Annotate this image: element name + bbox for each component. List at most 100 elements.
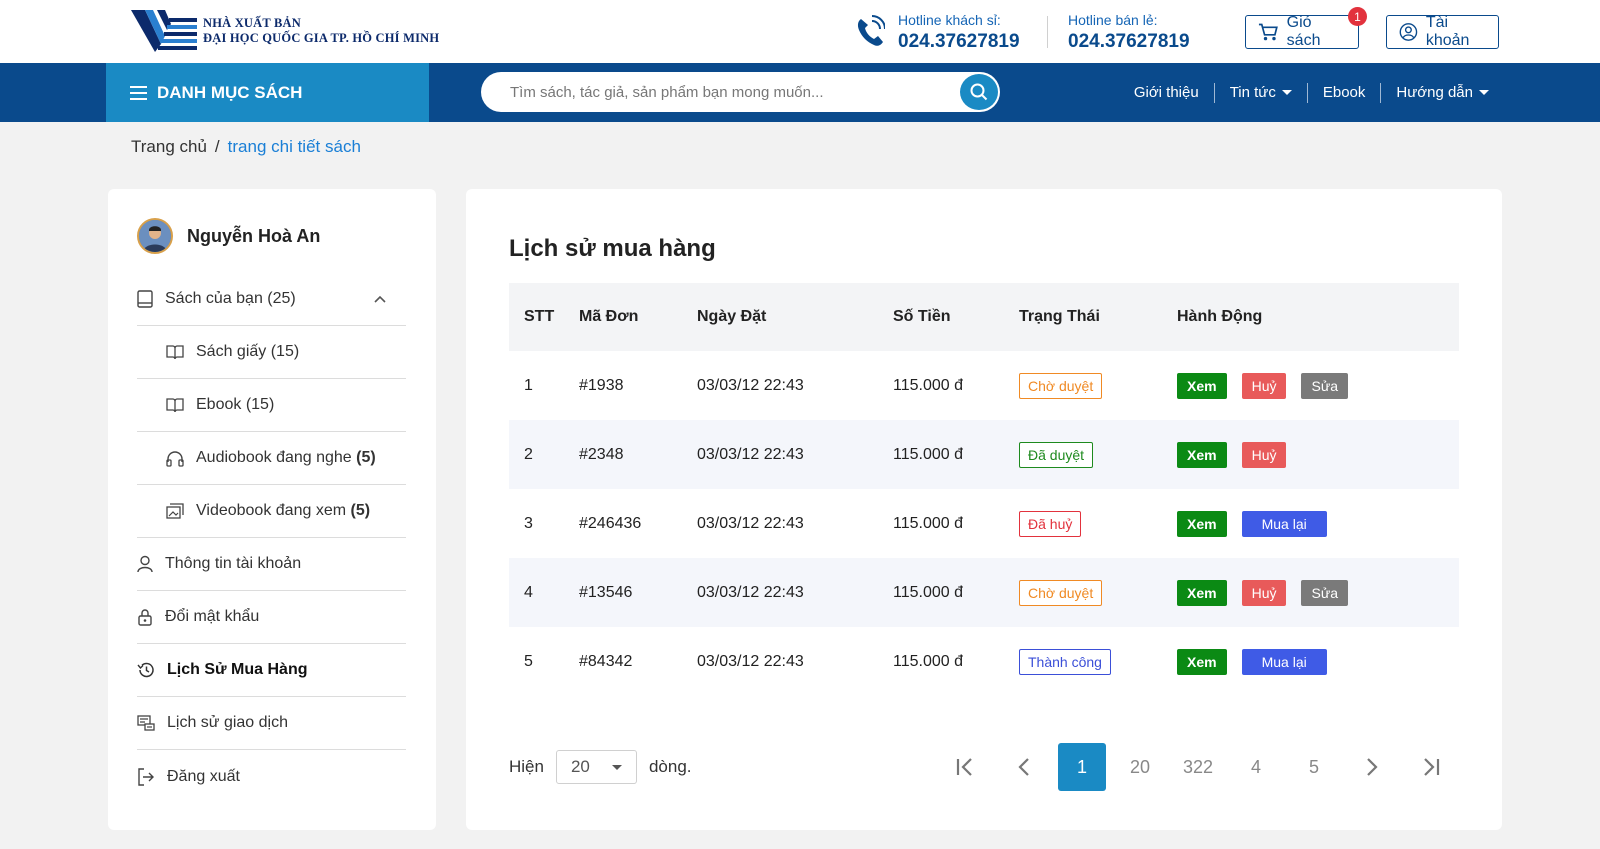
sidebar-item-label: Sách của bạn (25)	[165, 290, 296, 307]
nav-link-news[interactable]: Tin tức	[1215, 84, 1307, 101]
table-row: 4 #13546 03/03/12 22:43 115.000 đ Chờ duyệt X…	[509, 558, 1459, 627]
video-icon	[166, 503, 184, 519]
last-page-button[interactable]	[1401, 743, 1459, 791]
sidebar-item-transaction-history[interactable]: Lịch sử giao dịch	[137, 697, 406, 750]
book-icon	[137, 290, 153, 308]
hotline-retail-label: Hotline bán lẻ:	[1068, 12, 1158, 28]
breadcrumb-home[interactable]: Trang chủ	[131, 137, 207, 157]
reorder-button[interactable]: Mua lại	[1241, 510, 1327, 537]
hotline-wholesale-number[interactable]: 024.37627819	[898, 31, 1020, 53]
cell-amount: 115.000 đ	[893, 583, 963, 601]
nav-link-intro[interactable]: Giới thiệu	[1119, 84, 1214, 101]
open-book-icon	[166, 345, 184, 360]
cell-order-code: #1938	[579, 376, 624, 394]
page-button-current[interactable]: 1	[1058, 743, 1106, 791]
headphones-icon	[166, 450, 184, 467]
table-row: 5 #84342 03/03/12 22:43 115.000 đ Thành công…	[509, 627, 1459, 696]
chevron-up-icon[interactable]	[374, 295, 386, 303]
search-box[interactable]: Tìm sách, tác giả, sản phẩm bạn mong muố…	[481, 72, 1000, 112]
nav-link-ebook[interactable]: Ebook	[1308, 84, 1381, 101]
column-header: Hành Động	[1177, 308, 1263, 325]
logo-mark-icon	[131, 10, 197, 52]
edit-order-button[interactable]: Sửa	[1301, 372, 1348, 399]
chevron-right-icon	[1367, 758, 1378, 776]
cell-stt: 2	[524, 445, 533, 463]
nav-link-news-label: Tin tức	[1229, 84, 1276, 101]
cell-status: Chờ duyệt	[1019, 372, 1177, 399]
view-button[interactable]: Xem	[1177, 441, 1227, 468]
page-size-select[interactable]: 20	[555, 750, 637, 784]
category-menu-button[interactable]: DANH MỤC SÁCH	[106, 63, 429, 122]
sidebar-item-ebook[interactable]: Ebook (15)	[137, 379, 406, 432]
cell-order-date: 03/03/12 22:43	[697, 583, 804, 601]
pagination-bar: Hiện 20 dòng. 1 20 322 4 5	[509, 743, 1459, 791]
cell-actions: Xem Huỷ	[1177, 441, 1459, 468]
sidebar-menu: Sách của bạn (25) Sách giấy (15) Ebook (…	[137, 273, 406, 803]
view-button[interactable]: Xem	[1177, 510, 1227, 537]
cancel-order-button[interactable]: Huỷ	[1241, 441, 1287, 468]
chevron-down-icon	[1479, 90, 1489, 95]
page-size-value: 20	[570, 757, 590, 776]
phone-icon	[857, 15, 885, 46]
hotline-retail-number[interactable]: 024.37627819	[1068, 31, 1190, 53]
sidebar-item-your-books[interactable]: Sách của bạn (25)	[137, 273, 406, 326]
status-badge: Đã huỷ	[1019, 510, 1082, 537]
view-button[interactable]: Xem	[1177, 372, 1227, 399]
sidebar-item-paper-books[interactable]: Sách giấy (15)	[137, 326, 406, 379]
account-button[interactable]: Tài khoản	[1386, 14, 1499, 49]
page-button[interactable]: 4	[1227, 743, 1285, 791]
nav-link-ebook-label: Ebook	[1322, 84, 1366, 101]
cancel-order-button[interactable]: Huỷ	[1241, 372, 1287, 399]
sidebar-item-account-info[interactable]: Thông tin tài khoản	[137, 538, 406, 591]
page-title: Lịch sử mua hàng	[509, 235, 716, 262]
page-button[interactable]: 322	[1169, 743, 1227, 791]
sidebar-item-label: Lịch Sử Mua Hàng	[167, 661, 308, 678]
sidebar-item-videobook[interactable]: Videobook đang xem (5)	[137, 485, 406, 538]
column-header: STT	[524, 308, 555, 325]
edit-order-button[interactable]: Sửa	[1301, 579, 1348, 606]
chevron-left-icon	[1018, 758, 1029, 776]
cell-actions: Xem Mua lại	[1177, 648, 1459, 675]
status-badge: Thành công	[1019, 648, 1111, 675]
cancel-order-button[interactable]: Huỷ	[1241, 579, 1287, 606]
purchase-history-panel: Lịch sử mua hàng STT Mã Đơn Ngày Đặt Số …	[466, 189, 1502, 830]
category-menu-label: DANH MỤC SÁCH	[157, 82, 303, 102]
prev-page-button[interactable]	[995, 743, 1053, 791]
page-numbers: 1 20 322 4 5	[1053, 743, 1343, 791]
first-page-button[interactable]	[937, 743, 995, 791]
sidebar-item-audiobook[interactable]: Audiobook đang nghe (5)	[137, 432, 406, 485]
search-input[interactable]: Tìm sách, tác giả, sản phẩm bạn mong muố…	[510, 84, 824, 101]
nav-link-guide[interactable]: Hướng dẫn	[1381, 84, 1504, 101]
reorder-button[interactable]: Mua lại	[1241, 648, 1327, 675]
view-button[interactable]: Xem	[1177, 648, 1227, 675]
sidebar-item-logout[interactable]: Đăng xuất	[137, 750, 406, 803]
page-button[interactable]: 5	[1285, 743, 1343, 791]
cell-status: Chờ duyệt	[1019, 579, 1177, 606]
cell-order-code: #13546	[579, 583, 633, 601]
cell-status: Đã huỷ	[1019, 510, 1177, 537]
sidebar-item-purchase-history[interactable]: Lịch Sử Mua Hàng	[137, 644, 406, 697]
search-button[interactable]	[960, 74, 998, 110]
cart-icon	[1258, 23, 1278, 41]
logout-icon	[138, 767, 154, 786]
search-icon	[970, 83, 988, 101]
account-icon	[1399, 23, 1418, 41]
status-badge: Đã duyệt	[1019, 441, 1094, 468]
cell-actions: Xem Huỷ Sửa	[1177, 372, 1459, 399]
breadcrumb-separator: /	[214, 137, 220, 156]
hotline-wholesale-label: Hotline khách sỉ:	[898, 12, 1001, 28]
publisher-logo[interactable]: NHÀ XUẤT BẢN ĐẠI HỌC QUỐC GIA TP. HỒ CHÍ…	[131, 10, 439, 52]
sidebar-item-label: Sách giấy (15)	[196, 343, 300, 360]
next-page-button[interactable]	[1343, 743, 1401, 791]
sidebar-item-label: Đổi mật khẩu	[165, 608, 260, 625]
sidebar-item-change-password[interactable]: Đổi mật khẩu	[137, 591, 406, 644]
cell-order-date: 03/03/12 22:43	[697, 376, 804, 394]
cart-button[interactable]: Giỏ sách	[1245, 14, 1359, 49]
page-button[interactable]: 20	[1111, 743, 1169, 791]
pagination: 1 20 322 4 5	[937, 743, 1459, 791]
breadcrumb-current[interactable]: trang chi tiết sách	[228, 137, 361, 157]
account-label: Tài khoản	[1425, 14, 1470, 49]
sidebar-item-label: Audiobook đang nghe	[196, 449, 352, 466]
main-nav: DANH MỤC SÁCH Tìm sách, tác giả, sản phẩ…	[0, 63, 1600, 122]
view-button[interactable]: Xem	[1177, 579, 1227, 606]
